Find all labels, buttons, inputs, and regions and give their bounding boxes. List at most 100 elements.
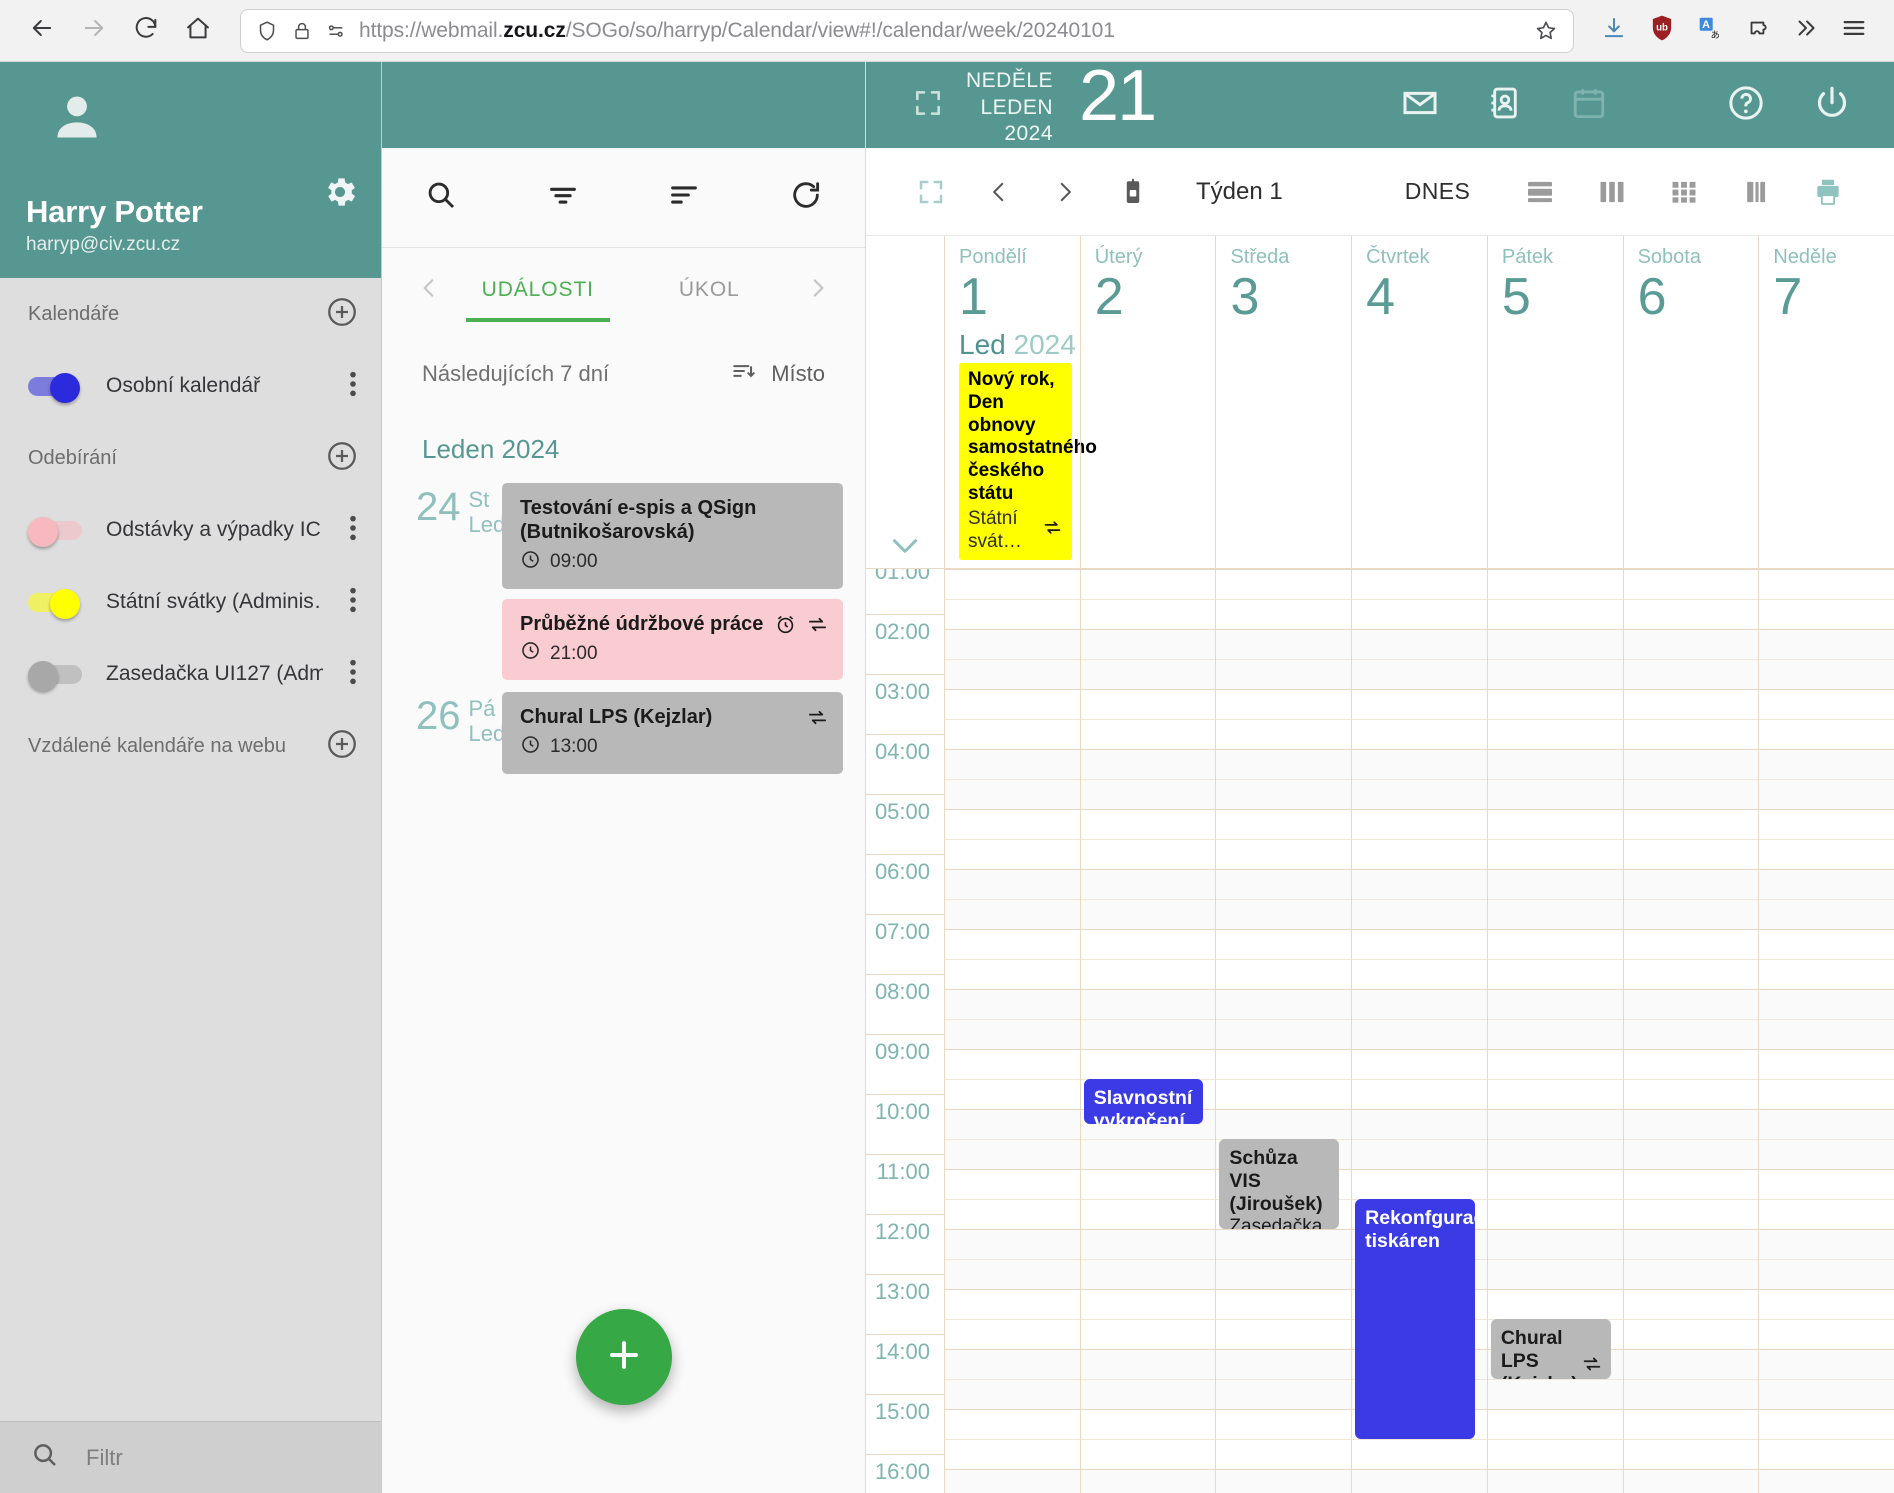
hour-cell[interactable]	[944, 749, 1080, 810]
calendar-icon[interactable]	[1570, 84, 1608, 127]
hour-cell[interactable]	[944, 929, 1080, 990]
chevron-right-icon[interactable]	[795, 273, 841, 308]
hour-cell[interactable]	[1758, 689, 1894, 750]
day-header-wednesday[interactable]: Středa 3	[1215, 236, 1351, 569]
hour-cell[interactable]	[1622, 1469, 1759, 1493]
hour-cell[interactable]	[1486, 1049, 1623, 1110]
filter-input[interactable]	[86, 1444, 374, 1471]
hour-cell[interactable]	[944, 689, 1080, 750]
url-text[interactable]: https://webmail.zcu.cz/SOGo/so/harryp/Ca…	[359, 19, 1521, 43]
allday-slot[interactable]	[1230, 329, 1351, 339]
hour-cell[interactable]	[1758, 989, 1894, 1050]
day-header-friday[interactable]: Pátek 5	[1486, 236, 1623, 569]
search-icon[interactable]	[30, 1440, 60, 1475]
kebab-menu-icon[interactable]	[343, 656, 363, 693]
tab-events[interactable]: UDÁLOSTI	[452, 248, 624, 332]
calendar-toggle[interactable]	[28, 661, 86, 691]
app-menu-button[interactable]	[1832, 9, 1876, 53]
view-month-icon[interactable]	[1648, 176, 1720, 208]
hour-cell[interactable]	[1079, 569, 1216, 630]
kebab-menu-icon[interactable]	[343, 368, 363, 405]
list-item[interactable]: Testování e-spis a QSign (Butnikošarovsk…	[502, 483, 843, 589]
sidebar-item-public-holidays[interactable]: Státní svátky (Adminis…	[0, 566, 381, 638]
hour-cell[interactable]	[1758, 1289, 1894, 1350]
add-web-calendar-button[interactable]	[325, 727, 359, 766]
star-icon[interactable]	[1533, 18, 1559, 44]
refresh-icon[interactable]	[789, 178, 823, 217]
hour-cell[interactable]	[1486, 929, 1623, 990]
calendar-event[interactable]: Rekonfgurace tiskáren	[1355, 1199, 1475, 1440]
hour-cell[interactable]	[1622, 1049, 1759, 1110]
hour-cell[interactable]	[1215, 869, 1352, 930]
hour-cell[interactable]	[944, 1409, 1080, 1470]
hour-cell[interactable]	[1351, 989, 1487, 1050]
hour-cell[interactable]	[1758, 1049, 1894, 1110]
fullscreen-icon[interactable]	[890, 87, 966, 124]
help-icon[interactable]	[1726, 83, 1766, 128]
hour-cell[interactable]	[1215, 689, 1352, 750]
calendar-event[interactable]: Slavnostní vykročení do nového roku	[1083, 1079, 1204, 1125]
hour-cell[interactable]	[1215, 749, 1352, 810]
allday-slot[interactable]	[1502, 329, 1623, 339]
hour-cell[interactable]	[1622, 809, 1759, 870]
hour-cell[interactable]	[1758, 569, 1894, 630]
list-item[interactable]: Chural LPS (Kejzlar) 13:00	[502, 692, 843, 774]
hour-cell[interactable]	[944, 1289, 1080, 1350]
day-header-monday[interactable]: Pondělí 1 Led 2024 Nový rok, Den obnovy …	[944, 236, 1097, 569]
hour-cell[interactable]	[1486, 689, 1623, 750]
hour-cell[interactable]	[1079, 1169, 1216, 1230]
hour-cell[interactable]	[1079, 809, 1216, 870]
reload-button[interactable]	[122, 7, 170, 55]
hour-cell[interactable]	[1622, 1169, 1759, 1230]
hour-cell[interactable]	[944, 1229, 1080, 1290]
hour-cell[interactable]	[1486, 1469, 1623, 1493]
list-item[interactable]: Průběžné údržbové práce 21:00	[502, 598, 843, 681]
hours-scroll-area[interactable]: 01:00 02:00 03:00 04:00 05:00 06:00 07:00 08:00…	[866, 569, 1894, 1493]
day-header-sunday[interactable]: Neděle 7	[1758, 236, 1894, 569]
hour-cell[interactable]	[1215, 929, 1352, 990]
hour-cell[interactable]	[1758, 809, 1894, 870]
hour-cell[interactable]	[1622, 1109, 1759, 1170]
hour-cell[interactable]	[1215, 1229, 1352, 1290]
hour-cell[interactable]	[1622, 749, 1759, 810]
filter-icon[interactable]	[546, 178, 580, 217]
hour-cell[interactable]	[944, 569, 1080, 630]
calendar-picker-icon[interactable]	[1098, 176, 1168, 208]
back-button[interactable]	[18, 7, 66, 55]
hour-cell[interactable]	[944, 1349, 1080, 1410]
allday-slot[interactable]	[1773, 329, 1894, 339]
sidebar-item-personal-calendar[interactable]: Osobní kalendář	[0, 350, 381, 422]
hour-cell[interactable]	[1758, 1349, 1894, 1410]
calendar-toggle[interactable]	[28, 373, 86, 403]
hour-cell[interactable]	[1758, 1409, 1894, 1470]
hour-cell[interactable]	[1079, 1229, 1216, 1290]
hour-cell[interactable]	[1758, 929, 1894, 990]
hour-cell[interactable]	[1486, 989, 1623, 1050]
chevron-left-icon[interactable]	[406, 273, 452, 308]
calendar-toggle[interactable]	[28, 517, 86, 547]
hour-cell[interactable]	[944, 809, 1080, 870]
ublock-button[interactable]: ub	[1640, 9, 1684, 53]
day-header-tuesday[interactable]: Úterý 2	[1079, 236, 1216, 569]
day-header-saturday[interactable]: Sobota 6	[1622, 236, 1759, 569]
allday-slot[interactable]	[1095, 329, 1216, 339]
hour-cell[interactable]	[1486, 869, 1623, 930]
hour-cell[interactable]	[1758, 1109, 1894, 1170]
hour-cell[interactable]	[944, 1049, 1080, 1110]
hour-cell[interactable]	[1351, 809, 1487, 870]
calendar-event[interactable]: Schůza VIS (Jiroušek)Zasedačka …	[1219, 1139, 1340, 1230]
url-bar[interactable]: https://webmail.zcu.cz/SOGo/so/harryp/Ca…	[240, 8, 1574, 53]
hour-cell[interactable]	[1758, 1169, 1894, 1230]
hour-cell[interactable]	[1486, 569, 1623, 630]
hour-cell[interactable]	[1351, 629, 1487, 690]
hour-cell[interactable]	[1758, 629, 1894, 690]
hour-cell[interactable]	[1215, 809, 1352, 870]
kebab-menu-icon[interactable]	[343, 512, 363, 549]
hour-cell[interactable]	[1079, 1409, 1216, 1470]
next-week-button[interactable]	[1032, 177, 1098, 207]
hour-cell[interactable]	[1079, 629, 1216, 690]
hour-cell[interactable]	[1351, 569, 1487, 630]
hour-cell[interactable]	[1622, 929, 1759, 990]
contacts-icon[interactable]	[1486, 84, 1524, 127]
hour-cell[interactable]	[1758, 869, 1894, 930]
